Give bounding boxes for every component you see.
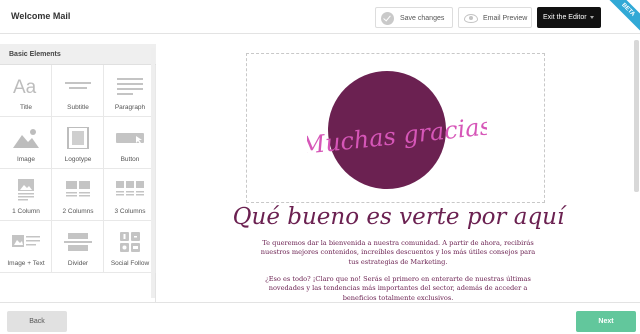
top-bar: Welcome Mail Save changes Email Preview … — [0, 0, 640, 36]
welcome-line: nuestros mejores contenidos, increíbles … — [260, 248, 536, 257]
element-three-columns[interactable]: 3 Columns — [104, 169, 156, 221]
welcome-line: tus estrategias de Marketing. — [348, 257, 448, 266]
element-label: 1 Column — [12, 208, 40, 215]
element-image[interactable]: Image — [0, 117, 52, 169]
divider-icon — [64, 233, 92, 251]
element-social-follow[interactable]: Social Follow — [104, 221, 156, 273]
element-label: Paragraph — [114, 104, 146, 111]
button-icon — [116, 133, 144, 144]
social-follow-icon — [120, 232, 140, 252]
back-button[interactable]: Back — [7, 311, 67, 332]
chevron-down-icon — [590, 16, 594, 19]
element-paragraph[interactable]: Paragraph — [104, 65, 156, 117]
sidebar-heading: Basic Elements — [0, 44, 156, 65]
element-label: Logotype — [64, 156, 92, 163]
one-column-icon — [18, 179, 34, 201]
sidebar-scrollbar[interactable] — [151, 48, 155, 298]
svg-text:Aa: Aa — [13, 77, 37, 97]
element-label: Image + Text — [7, 260, 45, 267]
save-changes-button[interactable]: Save changes — [375, 7, 453, 28]
image-text-icon — [12, 235, 40, 247]
canvas-scrollbar[interactable] — [634, 40, 639, 192]
element-label: Image — [16, 156, 36, 163]
exit-editor-label: Exit the Editor — [543, 14, 587, 21]
beta-ribbon: BETA — [602, 0, 640, 36]
benefits-paragraph: ¿Eso es todo? ¡Claro que no! Serás el pr… — [253, 275, 543, 302]
element-subtitle[interactable]: Subtitle — [52, 65, 104, 117]
benefits-line: ¿Eso es todo? ¡Claro que no! Serás el pr… — [265, 275, 531, 283]
element-label: Divider — [67, 260, 89, 267]
logotype-icon — [67, 127, 89, 149]
element-button[interactable]: Button — [104, 117, 156, 169]
save-changes-label: Save changes — [400, 15, 445, 22]
element-two-columns[interactable]: 2 Columns — [52, 169, 104, 221]
element-image-text[interactable]: Image + Text — [0, 221, 52, 273]
eye-icon — [464, 14, 478, 23]
paragraph-icon — [117, 78, 143, 95]
element-label: 2 Columns — [62, 208, 94, 215]
element-label: Social Follow — [110, 260, 150, 267]
welcome-line: Te queremos dar la bienvenida a nuestra … — [262, 239, 534, 247]
element-label: 3 Columns — [114, 208, 146, 215]
element-title[interactable]: Aa Title — [0, 65, 52, 117]
footer-bar: Back Next — [0, 302, 640, 334]
benefits-line: beneficios totalmente exclusivos. — [342, 293, 454, 302]
check-icon — [381, 12, 394, 25]
email-canvas: ¡Muchas gracias! Qué bueno es verte por … — [157, 34, 640, 302]
subtitle-icon — [65, 82, 91, 89]
image-icon — [13, 129, 39, 148]
email-preview-label: Email Preview — [483, 15, 528, 22]
title-icon: Aa — [13, 77, 37, 97]
elements-sidebar: Basic Elements Aa Title Subtitle Paragra… — [0, 44, 156, 302]
email-headline: Qué bueno es verte por aquí — [232, 204, 565, 230]
next-button[interactable]: Next — [576, 311, 636, 332]
two-columns-icon — [66, 181, 90, 197]
welcome-paragraph: Te queremos dar la bienvenida a nuestra … — [253, 239, 543, 267]
element-label: Button — [120, 156, 140, 163]
email-preview-button[interactable]: Email Preview — [458, 7, 532, 28]
element-one-column[interactable]: 1 Column — [0, 169, 52, 221]
element-label: Subtitle — [67, 104, 89, 111]
element-divider[interactable]: Divider — [52, 221, 104, 273]
page-title: Welcome Mail — [11, 11, 71, 21]
exit-editor-button[interactable]: Exit the Editor — [537, 7, 601, 28]
hero-script-text: ¡Muchas gracias! — [307, 111, 487, 161]
three-columns-icon — [116, 181, 144, 196]
hero-script: ¡Muchas gracias! — [307, 111, 487, 161]
benefits-line: novedades y las tendencias más important… — [268, 284, 528, 293]
element-logotype[interactable]: Logotype — [52, 117, 104, 169]
element-label: Title — [19, 104, 33, 111]
